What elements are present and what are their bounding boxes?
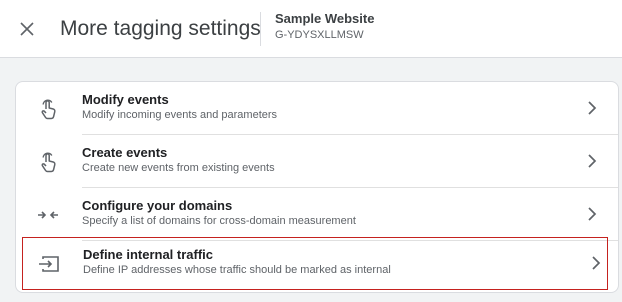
settings-item-subtitle: Create new events from existing events [82,162,275,174]
settings-item-title: Create events [82,145,168,160]
arrows-merge-icon [37,204,59,226]
touch-icon [37,98,59,120]
settings-item-modify-events[interactable]: Modify events Modify incoming events and… [16,82,618,135]
touch-icon [37,151,59,173]
site-id: G-YDYSXLLMSW [275,29,364,41]
chevron-right-icon [588,255,604,271]
chevron-right-icon [584,206,600,222]
settings-item-configure-domains[interactable]: Configure your domains Specify a list of… [16,188,618,241]
settings-card: Modify events Modify incoming events and… [15,81,619,293]
header-divider [260,12,261,46]
settings-item-create-events[interactable]: Create events Create new events from exi… [16,135,618,188]
chevron-right-icon [584,153,600,169]
settings-item-subtitle: Specify a list of domains for cross-doma… [82,215,356,227]
close-icon[interactable] [19,21,35,37]
settings-item-title: Modify events [82,92,169,107]
close-button[interactable] [14,16,40,42]
page-title: More tagging settings [60,17,261,40]
settings-item-title: Configure your domains [82,198,233,213]
settings-item-subtitle: Modify incoming events and parameters [82,109,278,121]
header: More tagging settings Sample Website G-Y… [0,0,622,58]
input-icon [38,253,60,275]
settings-item-title: Define internal traffic [83,247,214,262]
settings-item-subtitle: Define IP addresses whose traffic should… [83,264,391,276]
chevron-right-icon [584,100,600,116]
settings-item-define-internal-traffic[interactable]: Define internal traffic Define IP addres… [22,237,608,290]
site-name: Sample Website [275,11,375,26]
